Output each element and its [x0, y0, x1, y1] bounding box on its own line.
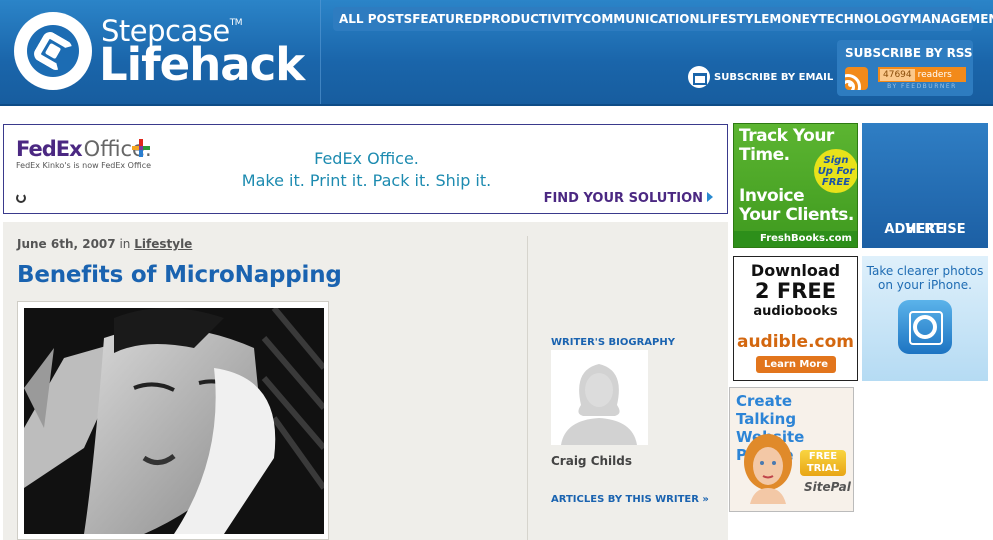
audible-download: Download — [750, 261, 841, 280]
post-in: in — [119, 237, 131, 251]
avatar-silhouette-icon — [551, 350, 648, 445]
find-solution-link[interactable]: FIND YOUR SOLUTION — [544, 191, 713, 206]
audible-free-count: 2 FREE — [754, 279, 837, 303]
subscribe-email-label: SUBSCRIBE BY EMAIL — [714, 71, 834, 83]
author-name: Craig Childs — [551, 454, 633, 468]
post-image-frame — [17, 301, 329, 540]
rss-title[interactable]: SUBSCRIBE BY RSS — [845, 46, 973, 60]
column-divider — [527, 236, 528, 540]
author-avatar — [551, 350, 648, 445]
sitepal-logo: SitePal — [804, 480, 851, 494]
lifehack-logo-icon[interactable] — [14, 12, 92, 90]
subscribe-email-link[interactable]: SUBSCRIBE BY EMAIL — [688, 66, 833, 88]
audible-logo: audible.com — [736, 332, 855, 352]
iphone-ad-text: Take clearer photos on your iPhone. — [866, 264, 984, 292]
camera-app-icon — [898, 300, 952, 354]
free-trial-badge[interactable]: FREE TRIAL — [800, 450, 846, 476]
feedburner-counter[interactable]: 47694 readers — [878, 67, 966, 82]
articles-by-writer-link[interactable]: ARTICLES BY THIS WRITER » — [551, 494, 709, 505]
fedex-headline: FedEx Office. — [314, 149, 419, 168]
rss-subscribe-box: SUBSCRIBE BY RSS 47694 readers BY FEEDBU… — [837, 40, 973, 96]
avatar-woman-icon — [744, 434, 792, 504]
post-date: June 6th, 2007 — [17, 237, 116, 251]
advertise-label: ADVERTISE HERE — [884, 222, 966, 237]
fedex-banner-ad[interactable]: FedExOffice. FedEx Kinko's is now FedEx … — [3, 124, 728, 214]
rss-icon[interactable] — [845, 67, 868, 90]
sitepal-ad[interactable]: Create TalkingWebsite People FREETRIAL S… — [729, 387, 854, 512]
nav-featured[interactable]: FEATURED — [412, 12, 482, 26]
nav-communication[interactable]: COMMUNICATION — [582, 12, 699, 26]
brand-lifehack[interactable]: Lifehack — [99, 42, 305, 87]
freshbooks-line1: Track Your — [739, 126, 834, 146]
nav-lifestyle[interactable]: LIFESTYLE — [700, 12, 770, 26]
nav-technology[interactable]: TECHNOLOGY — [819, 12, 910, 26]
freshbooks-line2: Time. — [739, 145, 790, 165]
audible-ad[interactable]: Download 2 FREE audiobooks audible.com L… — [733, 256, 858, 381]
freshbooks-line3: Invoice — [739, 186, 805, 206]
site-header: StepcaseTM Lifehack ALL POSTS FEATURED P… — [0, 0, 993, 106]
main-nav: ALL POSTS FEATURED PRODUCTIVITY COMMUNIC… — [333, 7, 993, 31]
audible-audiobooks: audiobooks — [753, 304, 838, 319]
post-category-link[interactable]: Lifestyle — [134, 237, 192, 251]
nav-money[interactable]: MONEY — [769, 12, 818, 26]
trademark-mark: TM — [229, 18, 243, 28]
learn-more-button[interactable]: Learn More — [756, 356, 836, 373]
freshbooks-url: FreshBooks.com — [734, 231, 857, 247]
header-divider — [320, 0, 321, 104]
freshbooks-line4: Your Clients. — [739, 205, 854, 225]
post-image[interactable] — [24, 308, 324, 534]
nav-all-posts[interactable]: ALL POSTS — [339, 12, 412, 26]
freshbooks-ad[interactable]: Track Your Time. Sign Up For FREE Invoice… — [733, 123, 858, 248]
post-meta: June 6th, 2007 in Lifestyle — [17, 237, 192, 251]
feedburner-credit: BY FEEDBURNER — [887, 83, 957, 90]
writers-biography-heading: WRITER'S BIOGRAPHY — [551, 337, 675, 348]
fedex-tagline: Make it. Print it. Pack it. Ship it. — [241, 171, 492, 190]
reader-count: 47694 — [880, 68, 915, 81]
post-title[interactable]: Benefits of MicroNapping — [17, 262, 342, 288]
readers-label: readers — [917, 69, 952, 80]
nav-productivity[interactable]: PRODUCTIVITY — [482, 12, 582, 26]
loading-icon — [16, 193, 26, 203]
advertise-here-ad[interactable]: ADVERTISE HERE — [862, 123, 988, 248]
post-content: June 6th, 2007 in Lifestyle Benefits of … — [3, 222, 728, 540]
iphone-camera-ad[interactable]: Take clearer photos on your iPhone. — [862, 256, 988, 381]
email-icon — [688, 66, 710, 88]
nav-management[interactable]: MANAGEMENT — [910, 12, 993, 26]
